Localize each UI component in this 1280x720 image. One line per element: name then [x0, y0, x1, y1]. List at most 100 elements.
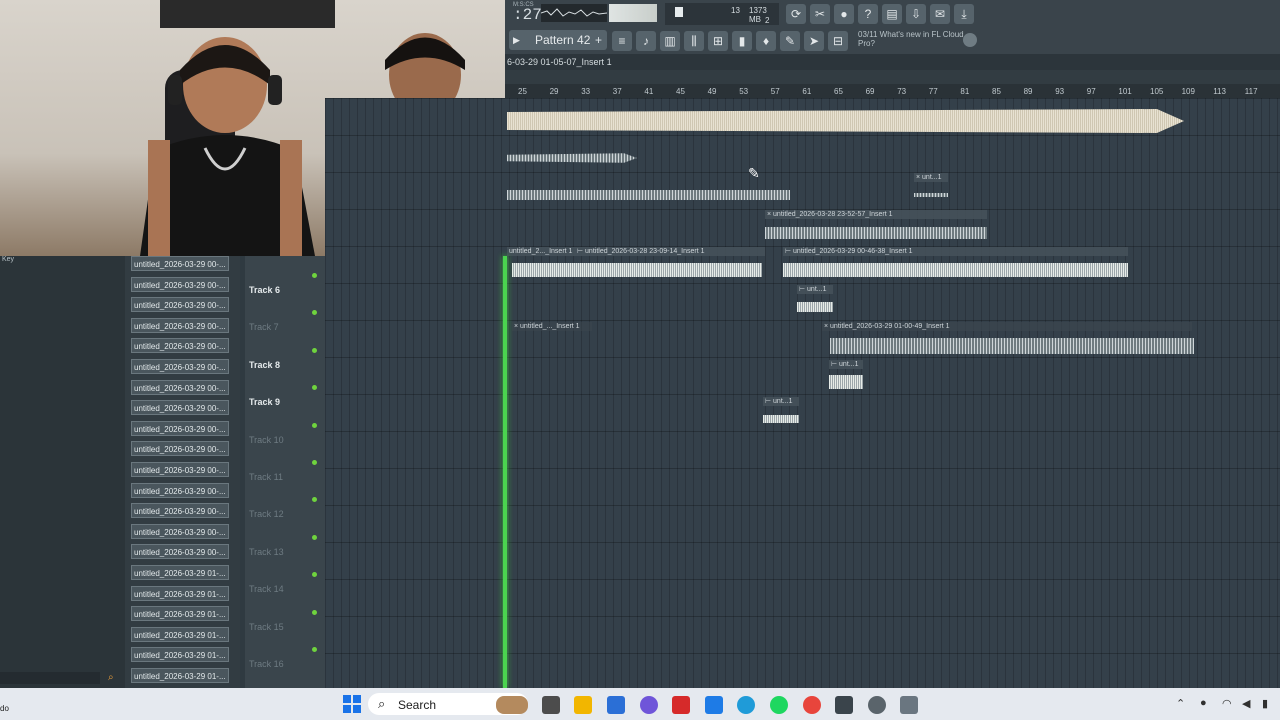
volume-icon[interactable]: ◀: [1242, 697, 1250, 710]
track-name[interactable]: Track 16: [249, 659, 284, 669]
master-volume-meter[interactable]: [609, 4, 657, 22]
cart-icon[interactable]: ⊟: [828, 31, 848, 51]
arrow-tool-icon[interactable]: ➤: [804, 31, 824, 51]
playlist-icon[interactable]: ≡: [612, 31, 632, 51]
fl-cloud-icon[interactable]: [963, 33, 977, 47]
audio-clip[interactable]: [830, 338, 1194, 354]
clipboard-icon[interactable]: ▮: [732, 31, 752, 51]
task-view-icon[interactable]: [542, 696, 560, 714]
browser-file-item[interactable]: untitled_2026-03-29 01-...: [131, 606, 229, 622]
piano-roll-icon[interactable]: ♪: [636, 31, 656, 51]
pattern-label[interactable]: Pattern 42: [535, 33, 590, 47]
loop-record-icon[interactable]: ⟳: [786, 4, 806, 24]
playlist-grid[interactable]: [325, 98, 1280, 688]
track-mute-led[interactable]: [312, 347, 317, 353]
fl-studio-icon[interactable]: [835, 696, 853, 714]
audio-clip[interactable]: [765, 227, 987, 239]
windows-start-icon[interactable]: [343, 695, 361, 713]
battery-icon[interactable]: ▮: [1262, 697, 1268, 710]
browser-file-item[interactable]: untitled_2026-03-29 00-...: [131, 482, 229, 498]
clip-header[interactable]: × unt...1: [914, 173, 948, 182]
news-panel[interactable]: 03/11 What's new in FL Cloud Pro?: [858, 30, 968, 48]
chevron-up-icon[interactable]: ⌃: [1176, 697, 1185, 710]
browser-file-item[interactable]: untitled_2026-03-29 00-...: [131, 317, 229, 333]
browser-file-item[interactable]: untitled_2026-03-29 00-...: [131, 359, 229, 374]
download-icon[interactable]: ⤓: [954, 4, 974, 24]
channel-rack-icon[interactable]: ▥: [660, 31, 680, 51]
export-icon[interactable]: ⇩: [906, 4, 926, 24]
pattern-play-icon[interactable]: ▶: [513, 35, 520, 46]
browser-file-item[interactable]: untitled_2026-03-29 00-...: [131, 544, 229, 560]
song-time-display[interactable]: :27: [513, 6, 542, 24]
browser-search-icon[interactable]: ⌕: [108, 672, 114, 683]
app-blue-icon[interactable]: [705, 696, 723, 714]
audio-clip[interactable]: [512, 263, 762, 277]
store-icon[interactable]: [607, 696, 625, 714]
browser-file-item[interactable]: untitled_2026-03-29 00-...: [131, 379, 229, 395]
track-mute-led[interactable]: [312, 534, 317, 540]
clip-header[interactable]: × untitled_..._Insert 1: [512, 322, 592, 331]
app-l-icon[interactable]: [672, 696, 690, 714]
copilot-icon[interactable]: [640, 696, 658, 714]
clip-header[interactable]: ⊢ unt...1: [763, 397, 799, 406]
track-name[interactable]: Track 6: [249, 285, 280, 295]
clip-header[interactable]: ⊢ untitled_2026-03-29 00-46-38_Insert 1: [783, 247, 1128, 256]
wifi-icon[interactable]: ◠: [1222, 697, 1232, 710]
browser-file-item[interactable]: untitled_2026-03-29 00-...: [131, 400, 229, 416]
track-mute-led[interactable]: [312, 609, 317, 615]
browser-file-item[interactable]: untitled_2026-03-29 01-...: [131, 668, 229, 683]
browser-file-item[interactable]: untitled_2026-03-29 01-...: [131, 565, 229, 580]
track-mute-led[interactable]: [312, 273, 317, 278]
mixer-icon[interactable]: ⫼: [684, 31, 704, 51]
track-name[interactable]: Track 7: [249, 322, 279, 332]
browser-search-field[interactable]: [0, 672, 100, 684]
clip-header[interactable]: × untitled_2026-03-29 01-00-49_Insert 1: [822, 322, 1192, 331]
file-explorer-icon[interactable]: [574, 696, 592, 714]
track-name[interactable]: Track 14: [249, 584, 284, 594]
chrome-icon[interactable]: [803, 696, 821, 714]
playhead[interactable]: [503, 256, 507, 688]
brush-icon[interactable]: ✎: [780, 31, 800, 51]
chat-icon[interactable]: ✉: [930, 4, 950, 24]
browser-file-item[interactable]: untitled_2026-03-29 00-...: [131, 441, 229, 457]
browser-file-item[interactable]: untitled_2026-03-29 00-...: [131, 523, 229, 539]
save-icon[interactable]: ▤: [882, 4, 902, 24]
app-circle-icon[interactable]: [868, 696, 886, 714]
track-mute-led[interactable]: [312, 460, 317, 465]
browser-file-item[interactable]: untitled_2026-03-29 01-...: [131, 585, 229, 601]
clip-header[interactable]: ⊢ unt...1: [829, 360, 863, 369]
browser-file-item[interactable]: untitled_2026-03-29 00-...: [131, 462, 229, 477]
clip-header[interactable]: untitled_2..._Insert 1: [507, 247, 575, 256]
tools-icon[interactable]: ✂: [810, 4, 830, 24]
audio-clip-tiny[interactable]: [914, 193, 948, 197]
audio-clip-long[interactable]: [507, 190, 790, 200]
track-mute-led[interactable]: [312, 422, 317, 428]
microphone-icon[interactable]: ●: [834, 4, 854, 24]
help-icon[interactable]: ?: [858, 4, 878, 24]
widget-icon[interactable]: [496, 696, 528, 714]
browser-file-item[interactable]: untitled_2026-03-29 01-...: [131, 647, 229, 663]
browser-file-item[interactable]: untitled_2026-03-29 00-...: [131, 420, 229, 436]
clip-header[interactable]: ⊢ unt...1: [797, 285, 833, 294]
track-name[interactable]: Track 12: [249, 509, 284, 519]
audio-clip[interactable]: [797, 302, 833, 312]
browser-tree-icon[interactable]: ⊞: [708, 31, 728, 51]
add-pattern-icon[interactable]: +: [595, 33, 602, 47]
spotify-icon[interactable]: [770, 696, 788, 714]
track-name[interactable]: Track 10: [249, 435, 284, 445]
track-mute-led[interactable]: [312, 647, 317, 652]
browser-file-item[interactable]: untitled_2026-03-29 00-...: [131, 338, 229, 354]
track-name[interactable]: Track 15: [249, 622, 284, 632]
track-name[interactable]: Track 11: [249, 472, 283, 482]
browser-file-item[interactable]: untitled_2026-03-29 00-...: [131, 503, 229, 519]
audio-clip[interactable]: [783, 263, 1128, 277]
track-name[interactable]: Track 9: [249, 397, 280, 407]
audio-clip[interactable]: [829, 375, 863, 389]
clip-header[interactable]: ⊢ untitled_2026-03-28 23-09-14_Insert 1: [575, 247, 765, 256]
browser-file-item[interactable]: untitled_2026-03-29 01-...: [131, 626, 229, 642]
browser-file-item[interactable]: untitled_2026-03-29 00-...: [131, 256, 229, 271]
timeline-scroll-strip[interactable]: [505, 70, 1280, 84]
browser-file-item[interactable]: untitled_2026-03-29 00-...: [131, 276, 229, 292]
edge-icon[interactable]: [737, 696, 755, 714]
audio-clip[interactable]: [763, 415, 799, 423]
